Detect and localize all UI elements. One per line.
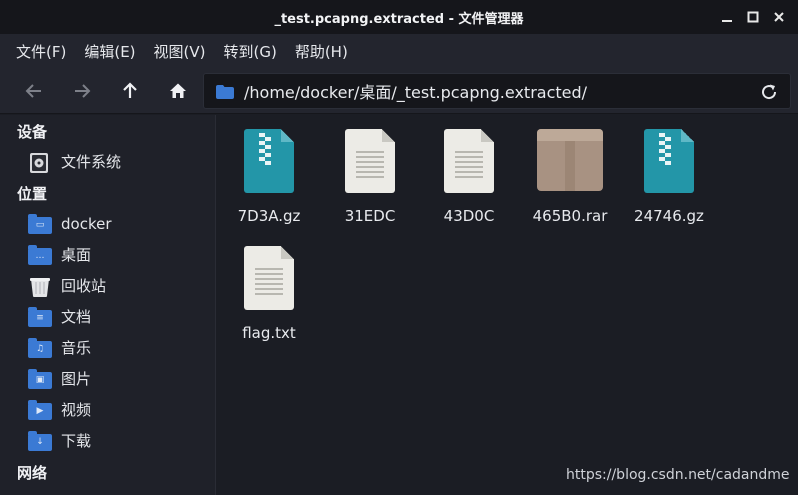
sidebar-item-label: 音乐	[61, 339, 92, 357]
desktop-folder-icon: …	[28, 244, 52, 265]
up-button[interactable]	[115, 76, 145, 106]
file-item[interactable]: 7D3A.gz	[221, 129, 317, 225]
menu-edit[interactable]: 编辑(E)	[78, 41, 141, 62]
file-item[interactable]: 24746.gz	[621, 129, 717, 225]
menu-view[interactable]: 视图(V)	[148, 41, 212, 62]
home-icon	[170, 83, 186, 98]
file-name: 31EDC	[344, 207, 396, 225]
close-button[interactable]	[768, 6, 790, 28]
file-item[interactable]: 465B0.rar	[522, 129, 618, 225]
sidebar-item-videos[interactable]: ▶ 视频	[0, 394, 215, 425]
maximize-icon	[747, 11, 759, 23]
archive-icon	[242, 129, 296, 195]
sidebar-item-label: 视频	[61, 401, 92, 419]
document-icon	[343, 129, 397, 195]
sidebar-item-desktop[interactable]: … 桌面	[0, 239, 215, 270]
title-bar: _test.pcapng.extracted - 文件管理器	[0, 0, 798, 34]
downloads-folder-icon: ↓	[28, 430, 52, 451]
window-controls	[716, 0, 790, 34]
menu-help[interactable]: 帮助(H)	[289, 41, 354, 62]
location-bar[interactable]: /home/docker/桌面/_test.pcapng.extracted/	[203, 73, 791, 109]
close-icon	[774, 12, 784, 22]
file-name: 7D3A.gz	[237, 207, 301, 225]
minimize-button[interactable]	[716, 6, 738, 28]
sidebar-item-label: 图片	[61, 370, 92, 388]
sidebar-item-music[interactable]: ♫ 音乐	[0, 332, 215, 363]
pictures-folder-icon: ▣	[28, 368, 52, 389]
sidebar-heading-places: 位置	[17, 185, 48, 203]
arrow-right-icon	[75, 84, 91, 98]
music-folder-icon: ♫	[28, 337, 52, 358]
sidebar-item-pictures[interactable]: ▣ 图片	[0, 363, 215, 394]
menu-go[interactable]: 转到(G)	[218, 41, 283, 62]
sidebar-item-label: 文件系统	[61, 153, 122, 171]
archive-icon	[642, 129, 696, 195]
sidebar-item-documents[interactable]: ≡ 文档	[0, 301, 215, 332]
home-button[interactable]	[163, 76, 193, 106]
document-icon	[442, 129, 496, 195]
reload-button[interactable]	[758, 81, 780, 103]
reload-icon	[762, 84, 777, 100]
sidebar-item-trash[interactable]: 回收站	[0, 270, 215, 301]
menu-bar: 文件(F) 编辑(E) 视图(V) 转到(G) 帮助(H)	[0, 34, 798, 68]
file-name: flag.txt	[242, 324, 296, 342]
sidebar: 设备 文件系统 位置 ▭ docker … 桌面 回收站 ≡ 文档 ♫ 音乐 ▣…	[0, 115, 216, 495]
window-title: _test.pcapng.extracted - 文件管理器	[274, 11, 524, 27]
documents-folder-icon: ≡	[28, 306, 52, 327]
sidebar-item-label: 下载	[61, 432, 92, 450]
watermark: https://blog.csdn.net/cadandme	[566, 467, 790, 483]
sidebar-item-label: 文档	[61, 308, 92, 326]
file-name: 24746.gz	[634, 207, 704, 225]
toolbar: /home/docker/桌面/_test.pcapng.extracted/	[0, 68, 798, 114]
document-icon	[242, 246, 296, 312]
sidebar-item-label: 回收站	[61, 277, 107, 295]
drive-icon	[28, 152, 52, 173]
folder-icon	[216, 84, 234, 99]
location-path: /home/docker/桌面/_test.pcapng.extracted/	[244, 83, 588, 102]
menu-file[interactable]: 文件(F)	[10, 41, 72, 62]
file-name: 43D0C	[443, 207, 495, 225]
forward-button[interactable]	[67, 76, 97, 106]
sidebar-item-filesystem[interactable]: 文件系统	[0, 146, 215, 177]
back-button[interactable]	[19, 76, 49, 106]
home-folder-icon: ▭	[28, 213, 52, 234]
minimize-icon	[722, 20, 732, 22]
trash-icon	[28, 276, 52, 297]
sidebar-item-label: docker	[61, 214, 112, 233]
rar-archive-icon	[537, 129, 603, 195]
sidebar-heading-devices: 设备	[17, 123, 48, 141]
sidebar-item-label: 桌面	[61, 246, 92, 264]
file-item[interactable]: flag.txt	[221, 246, 317, 342]
file-item[interactable]: 43D0C	[421, 129, 517, 225]
arrow-up-icon	[123, 82, 137, 98]
sidebar-heading-network: 网络	[17, 464, 48, 482]
file-view: 7D3A.gz 31EDC 43D0C 465B0.rar 24746.gz f…	[217, 115, 798, 495]
arrow-left-icon	[25, 84, 41, 98]
file-item[interactable]: 31EDC	[322, 129, 418, 225]
videos-folder-icon: ▶	[28, 399, 52, 420]
maximize-button[interactable]	[742, 6, 764, 28]
sidebar-item-docker[interactable]: ▭ docker	[0, 208, 215, 239]
sidebar-item-downloads[interactable]: ↓ 下载	[0, 425, 215, 456]
file-name: 465B0.rar	[532, 207, 608, 225]
